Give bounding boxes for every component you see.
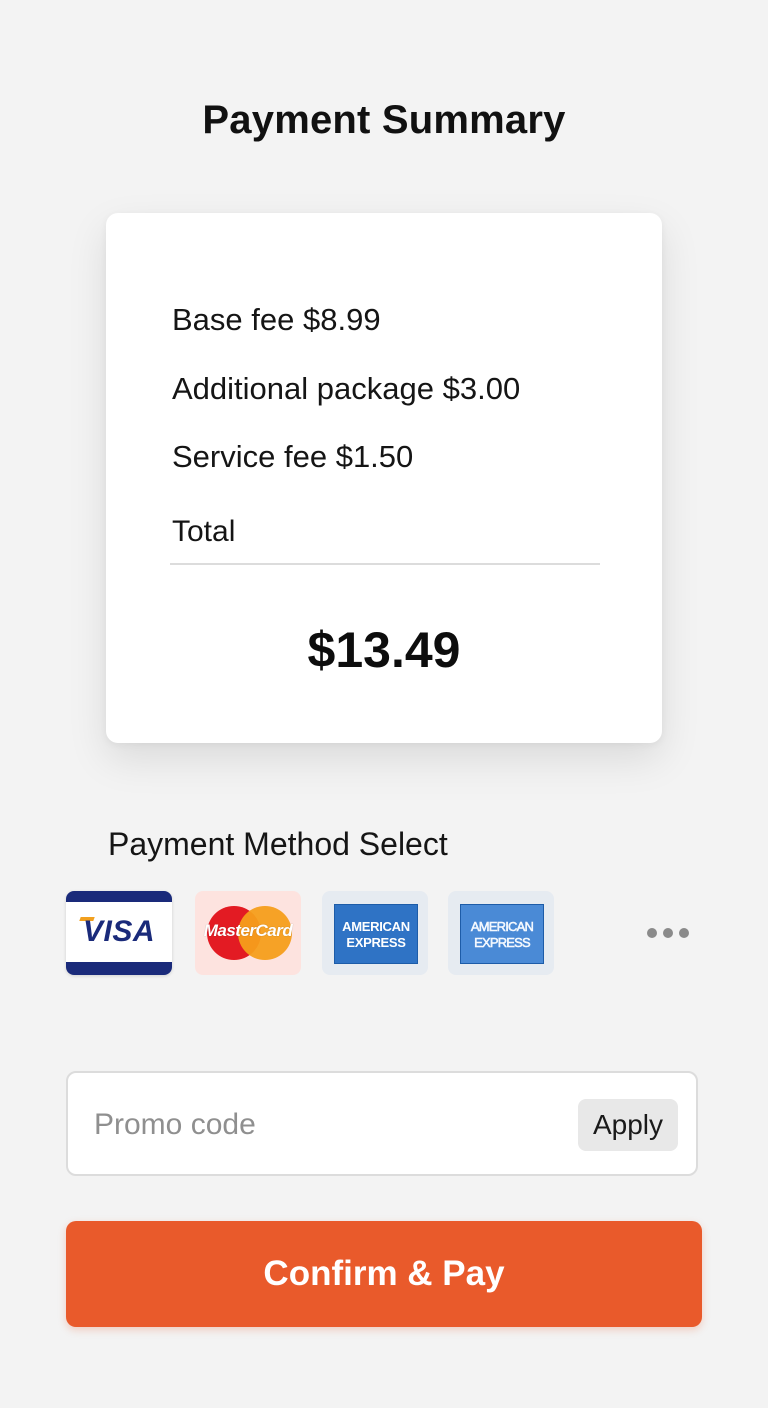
more-dot [679, 928, 689, 938]
mastercard-card-option[interactable]: MasterCard [195, 891, 301, 975]
amex-alt-card-option[interactable]: AMERICAN EXPRESS [448, 891, 554, 975]
line-item-label: Base fee [172, 302, 295, 337]
total-label: Total [172, 515, 236, 548]
confirm-pay-button[interactable]: Confirm & Pay [66, 1221, 702, 1327]
line-item-amount: $3.00 [442, 371, 521, 406]
line-item-label: Service fee [172, 439, 328, 474]
amex-alt-logo-line-1: AMERICAN [470, 919, 535, 935]
more-horizontal-icon[interactable] [640, 918, 696, 948]
line-item-additional-package: Additional package $3.00 [172, 371, 520, 407]
visa-card-option[interactable]: VISA [66, 891, 172, 975]
promo-code-input[interactable] [92, 1101, 566, 1149]
mastercard-logo: MasterCard [203, 921, 293, 940]
amex-card-option[interactable]: AMERICAN EXPRESS [322, 891, 428, 975]
total-amount: $13.49 [307, 622, 461, 678]
visa-logo: VISA [82, 915, 156, 948]
visa-band-top [66, 891, 172, 902]
total-divider [170, 563, 600, 565]
amex-alt-logo-line-2: EXPRESS [474, 935, 531, 951]
line-item-amount: $8.99 [303, 302, 381, 337]
promo-code-box: Apply [66, 1071, 698, 1176]
line-item-label: Additional package [172, 371, 434, 406]
amex-logo: AMERICAN EXPRESS [334, 904, 418, 964]
payment-summary-card: Base fee $8.99 Additional package $3.00 … [106, 213, 662, 743]
amex-alt-logo: AMERICAN EXPRESS [460, 904, 544, 964]
payment-method-title: Payment Method Select [108, 826, 448, 862]
line-item-amount: $1.50 [335, 439, 414, 474]
more-dot [663, 928, 673, 938]
line-item-service-fee: Service fee $1.50 [172, 439, 413, 475]
amex-logo-line-1: AMERICAN [342, 919, 410, 934]
amex-logo-line-2: EXPRESS [346, 935, 406, 950]
apply-button[interactable]: Apply [578, 1099, 678, 1151]
line-item-base-fee: Base fee $8.99 [172, 302, 381, 338]
page-title: Payment Summary [202, 98, 566, 142]
visa-band-bottom [66, 962, 172, 975]
more-dot [647, 928, 657, 938]
